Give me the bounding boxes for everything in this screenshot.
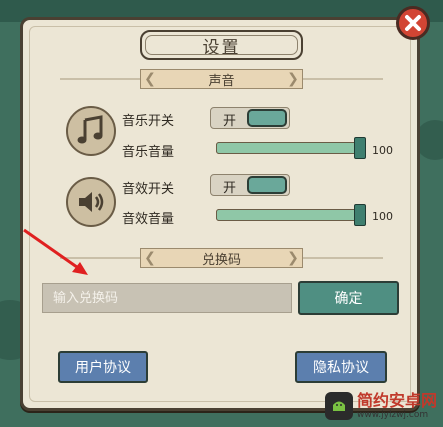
user-agreement-button[interactable]: 用户协议	[58, 351, 148, 383]
confirm-button[interactable]: 确定	[298, 281, 399, 315]
sfx-toggle-label: 音效开关	[122, 182, 175, 197]
chevron-right-icon: ❯	[287, 71, 299, 87]
redeem-section-label: 兑换码	[201, 252, 241, 268]
watermark: 简约安卓网 www.jylzwj.com	[325, 387, 441, 425]
music-toggle-label: 音乐开关	[122, 114, 175, 129]
sfx-volume-value: 100	[372, 210, 393, 223]
sfx-volume-label: 音效音量	[122, 212, 175, 227]
sound-divider-right	[303, 78, 383, 80]
music-volume-label: 音乐音量	[122, 145, 175, 160]
redeem-code-input[interactable]	[42, 283, 292, 313]
watermark-url: www.jylzwj.com	[357, 410, 429, 420]
music-volume-slider[interactable]	[216, 137, 366, 159]
privacy-agreement-button[interactable]: 隐私协议	[295, 351, 387, 383]
sound-section-label: 声音	[208, 73, 235, 89]
sfx-volume-slider[interactable]	[216, 204, 366, 226]
android-logo-icon	[325, 392, 353, 420]
watermark-name: 简约安卓网	[357, 391, 438, 410]
redeem-divider-right	[303, 257, 383, 259]
page-title: 设置	[202, 37, 241, 58]
sound-divider-left	[60, 78, 140, 80]
speaker-icon	[79, 192, 104, 212]
title-plate: 设置	[140, 30, 303, 60]
chevron-right-icon: ❯	[287, 250, 299, 266]
redeem-section-header: ❮ 兑换码 ❯	[140, 248, 303, 268]
music-volume-value: 100	[372, 144, 393, 157]
speaker-icon-badge	[66, 177, 116, 227]
chevron-left-icon: ❮	[144, 250, 156, 266]
music-toggle[interactable]: 开	[210, 107, 290, 129]
music-note-icon	[77, 115, 103, 144]
close-button[interactable]	[396, 6, 430, 40]
sound-section-header: ❮ 声音 ❯	[140, 69, 303, 89]
sfx-toggle-state: 开	[223, 181, 237, 196]
music-toggle-state: 开	[223, 114, 237, 129]
slider-thumb[interactable]	[354, 204, 366, 226]
music-icon-badge	[66, 106, 116, 156]
slider-thumb[interactable]	[354, 137, 366, 159]
annotation-arrow-icon	[23, 228, 88, 275]
music-toggle-knob	[247, 109, 287, 127]
chevron-left-icon: ❮	[144, 71, 156, 87]
sfx-toggle-knob	[247, 176, 287, 194]
sfx-toggle[interactable]: 开	[210, 174, 290, 196]
slider-fill	[216, 209, 366, 221]
slider-fill	[216, 142, 366, 154]
close-icon	[405, 15, 421, 31]
